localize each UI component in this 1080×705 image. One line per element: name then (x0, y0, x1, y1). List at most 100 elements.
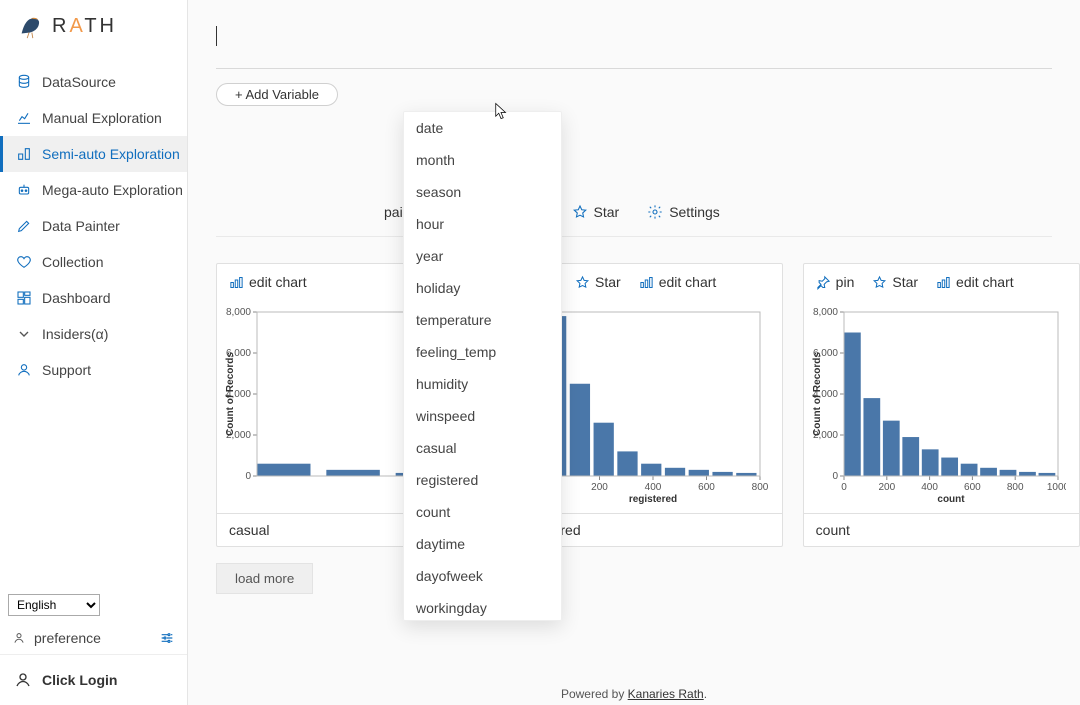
dropdown-item[interactable]: date (404, 112, 561, 144)
dropdown-item[interactable]: hour (404, 208, 561, 240)
logo-icon (16, 12, 44, 40)
sidebar-item-semiauto[interactable]: Semi-auto Exploration (0, 136, 187, 172)
gear-icon (647, 204, 663, 220)
chart-card: pin Star edit chart 02,0004,0006,0008,00… (803, 263, 1080, 547)
sidebar-item-label: Semi-auto Exploration (42, 146, 180, 162)
dropdown-item[interactable]: casual (404, 432, 561, 464)
pin-icon (816, 275, 831, 290)
barchart-icon (936, 275, 951, 290)
dropdown-item[interactable]: feeling_temp (404, 336, 561, 368)
barchart-icon (639, 275, 654, 290)
dropdown-item[interactable]: workingday (404, 592, 561, 621)
sidebar-item-label: Data Painter (42, 218, 120, 234)
svg-text:Count of Records: Count of Records (812, 352, 823, 436)
pin-action[interactable]: pin (816, 274, 855, 290)
logo: RATH (0, 0, 187, 50)
sidebar-item-dashboard[interactable]: Dashboard (0, 280, 187, 316)
footer: Powered by Kanaries Rath. (188, 687, 1080, 701)
sidebar-item-collection[interactable]: Collection (0, 244, 187, 280)
dropdown-item[interactable]: daytime (404, 528, 561, 560)
svg-text:800: 800 (752, 482, 768, 493)
star-icon (572, 204, 588, 220)
search-input[interactable] (216, 14, 1052, 69)
support-icon (16, 362, 32, 378)
card-grid: edit chart 02,0004,0006,0008,000300400ua… (216, 263, 1080, 547)
sidebar-item-label: Insiders(α) (42, 326, 108, 342)
variable-dropdown: datemonthseasonhouryearholidaytemperatur… (403, 111, 562, 621)
dropdown-item[interactable]: winspeed (404, 400, 561, 432)
sidebar-item-label: Mega-auto Exploration (42, 182, 183, 198)
svg-text:400: 400 (645, 482, 662, 493)
chart: 02,0004,0006,0008,00002004006008001000co… (804, 300, 1079, 513)
sidebar-item-manual[interactable]: Manual Exploration (0, 100, 187, 136)
logo-text: RATH (52, 15, 117, 38)
sidebar-item-label: DataSource (42, 74, 116, 90)
sidebar-item-label: Manual Exploration (42, 110, 162, 126)
dropdown-item[interactable]: humidity (404, 368, 561, 400)
dropdown-item[interactable]: count (404, 496, 561, 528)
sidebar-item-label: Collection (42, 254, 103, 270)
preference-link[interactable]: preference (34, 630, 101, 646)
sidebar-item-insiders[interactable]: Insiders(α) (0, 316, 187, 352)
main-area: + Add Variable datemonthseasonhouryearho… (188, 0, 1080, 705)
sidebar-item-label: Support (42, 362, 91, 378)
add-variable-button[interactable]: + Add Variable (216, 83, 338, 106)
sliders-icon[interactable] (159, 630, 175, 646)
star-icon (872, 275, 887, 290)
footer-link[interactable]: Kanaries Rath (628, 687, 704, 701)
svg-text:800: 800 (1007, 482, 1024, 493)
sidebar-item-datasource[interactable]: DataSource (0, 64, 187, 100)
dropdown-item[interactable]: temperature (404, 304, 561, 336)
chart-footer: count (804, 513, 1079, 546)
text-cursor (216, 26, 217, 46)
svg-text:8,000: 8,000 (226, 307, 251, 318)
dropdown-item[interactable]: month (404, 144, 561, 176)
svg-text:0: 0 (832, 471, 838, 482)
svg-text:200: 200 (592, 482, 609, 493)
sidebar-item-painter[interactable]: Data Painter (0, 208, 187, 244)
avatar-icon (14, 671, 32, 689)
toolbar: painter explain diff Star Settings (216, 204, 1052, 237)
login-label: Click Login (42, 672, 117, 688)
heart-icon (16, 254, 32, 270)
svg-text:registered: registered (629, 494, 677, 504)
sidebar-item-megaauto[interactable]: Mega-auto Exploration (0, 172, 187, 208)
barchart-icon (229, 275, 244, 290)
dropdown-item[interactable]: holiday (404, 272, 561, 304)
dropdown-item[interactable]: registered (404, 464, 561, 496)
toolbar-settings[interactable]: Settings (647, 204, 720, 220)
svg-text:Count of Records: Count of Records (225, 352, 236, 436)
dropdown-item[interactable]: dayofweek (404, 560, 561, 592)
dropdown-item[interactable]: year (404, 240, 561, 272)
login-button[interactable]: Click Login (0, 654, 187, 705)
svg-text:600: 600 (699, 482, 716, 493)
dashboard-icon (16, 290, 32, 306)
svg-text:count: count (937, 494, 965, 504)
edit-chart-action[interactable]: edit chart (936, 274, 1014, 290)
svg-text:0: 0 (245, 471, 251, 482)
edit-chart-action[interactable]: edit chart (229, 274, 307, 290)
svg-text:0: 0 (841, 482, 847, 493)
database-icon (16, 74, 32, 90)
load-more-button[interactable]: load more (216, 563, 313, 594)
sidebar-item-label: Dashboard (42, 290, 111, 306)
svg-text:200: 200 (878, 482, 895, 493)
chevron-down-icon (16, 326, 32, 342)
edit-chart-action[interactable]: edit chart (639, 274, 717, 290)
user-icon (12, 631, 26, 645)
dropdown-item[interactable]: season (404, 176, 561, 208)
explore-icon (16, 146, 32, 162)
linechart-icon (16, 110, 32, 126)
svg-text:400: 400 (921, 482, 938, 493)
toolbar-star[interactable]: Star (572, 204, 620, 220)
star-action[interactable]: Star (872, 274, 918, 290)
sidebar-item-support[interactable]: Support (0, 352, 187, 388)
sidebar: RATH DataSource Manual Exploration S (0, 0, 188, 705)
svg-text:600: 600 (964, 482, 981, 493)
language-select[interactable]: English (8, 594, 100, 616)
pencil-icon (16, 218, 32, 234)
sidebar-nav: DataSource Manual Exploration Semi-auto … (0, 50, 187, 588)
card-actions: pin Star edit chart (804, 264, 1079, 300)
star-action[interactable]: Star (575, 274, 621, 290)
star-icon (575, 275, 590, 290)
